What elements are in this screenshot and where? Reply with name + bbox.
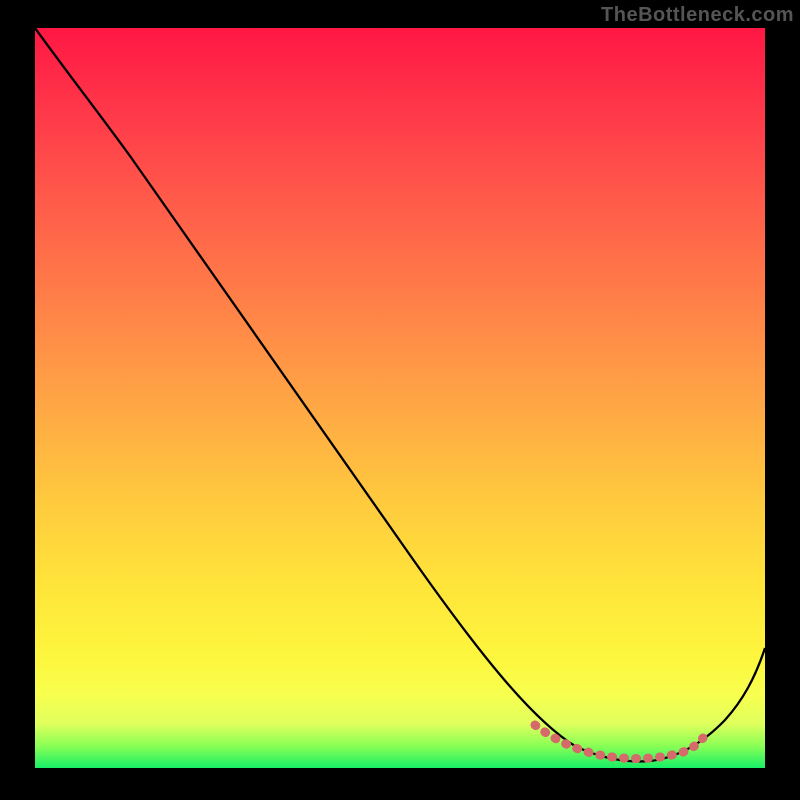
chart-frame: TheBottleneck.com	[0, 0, 800, 800]
plot-area	[35, 28, 765, 768]
curve-layer	[35, 28, 765, 768]
watermark-text: TheBottleneck.com	[601, 4, 794, 27]
bottleneck-curve-path	[35, 28, 765, 761]
